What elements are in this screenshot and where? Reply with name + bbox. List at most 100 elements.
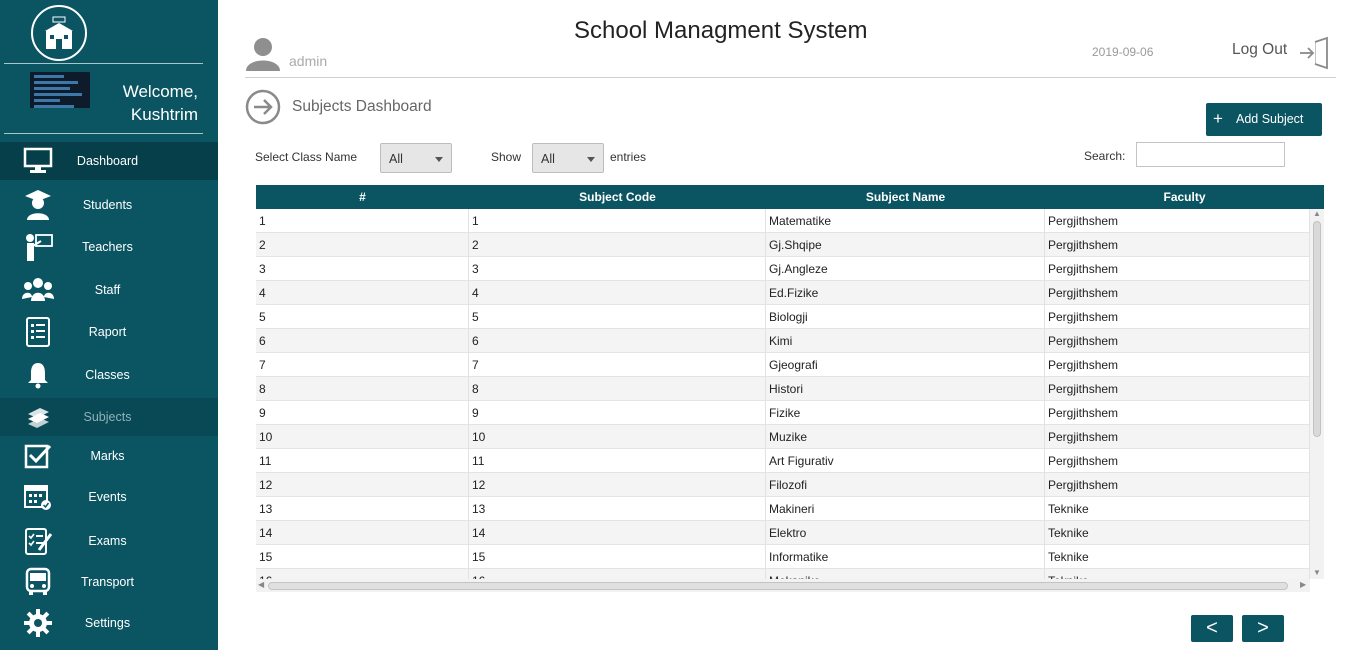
cell-number: 14 bbox=[256, 521, 469, 545]
sidebar-item-students[interactable]: Students bbox=[0, 186, 218, 224]
sidebar-item-teachers[interactable]: Teachers bbox=[0, 228, 218, 266]
horizontal-scroll-thumb[interactable] bbox=[268, 582, 1288, 590]
sidebar-item-transport[interactable]: Transport bbox=[0, 563, 218, 601]
table-row[interactable]: 12 12 Filozofi Pergjithshem bbox=[256, 473, 1310, 497]
sidebar-item-label: Students bbox=[82, 198, 133, 212]
bell-icon bbox=[22, 359, 54, 391]
sidebar-item-raport[interactable]: Raport bbox=[0, 313, 218, 351]
sidebar: Welcome, Kushtrim Dashboard Students Tea… bbox=[0, 0, 218, 650]
sidebar-item-settings[interactable]: Settings bbox=[0, 604, 218, 642]
current-date: 2019-09-06 bbox=[1092, 45, 1154, 59]
table-row[interactable]: 13 13 Makineri Teknike bbox=[256, 497, 1310, 521]
cell-number: 12 bbox=[256, 473, 469, 497]
scroll-left-icon[interactable]: ◀ bbox=[258, 580, 264, 589]
sidebar-item-marks[interactable]: Marks bbox=[0, 437, 218, 475]
welcome-message: Welcome, Kushtrim bbox=[100, 80, 198, 126]
current-username: admin bbox=[289, 53, 328, 69]
cell-subject-name: Mekanike bbox=[766, 569, 1045, 579]
checkbox-icon bbox=[22, 440, 54, 472]
exam-icon bbox=[22, 525, 54, 557]
sidebar-item-label: Subjects bbox=[83, 410, 132, 424]
class-select[interactable]: All bbox=[380, 143, 452, 173]
cell-number: 3 bbox=[256, 257, 469, 281]
cell-number: 11 bbox=[256, 449, 469, 473]
arrow-circle-icon bbox=[245, 89, 281, 130]
monitor-icon bbox=[22, 145, 54, 177]
books-icon bbox=[22, 401, 54, 433]
table-body: 1 1 Matematike Pergjithshem 2 2 Gj.Shqipe Pergj… bbox=[256, 209, 1310, 579]
next-page-button[interactable]: > bbox=[1242, 615, 1284, 642]
cell-subject-code: 1 bbox=[469, 209, 766, 233]
table-row[interactable]: 8 8 Histori Pergjithshem bbox=[256, 377, 1310, 401]
sidebar-item-exams[interactable]: Exams bbox=[0, 522, 218, 560]
header-divider bbox=[245, 77, 1336, 78]
table-row[interactable]: 7 7 Gjeografi Pergjithshem bbox=[256, 353, 1310, 377]
sidebar-item-dashboard[interactable]: Dashboard bbox=[0, 142, 218, 180]
sidebar-item-staff[interactable]: Staff bbox=[0, 271, 218, 309]
cell-subject-code: 9 bbox=[469, 401, 766, 425]
chevron-down-icon bbox=[435, 157, 443, 162]
add-subject-button[interactable]: + Add Subject bbox=[1206, 103, 1322, 136]
group-icon bbox=[22, 274, 54, 306]
table-row[interactable]: 3 3 Gj.Angleze Pergjithshem bbox=[256, 257, 1310, 281]
table-row[interactable]: 10 10 Muzike Pergjithshem bbox=[256, 425, 1310, 449]
previous-page-button[interactable]: < bbox=[1191, 615, 1233, 642]
logout-icon[interactable] bbox=[1297, 36, 1331, 75]
table-row[interactable]: 2 2 Gj.Shqipe Pergjithshem bbox=[256, 233, 1310, 257]
sidebar-item-label: Transport bbox=[80, 575, 135, 589]
teacher-icon bbox=[22, 231, 54, 263]
table-row[interactable]: 15 15 Informatike Teknike bbox=[256, 545, 1310, 569]
table-row[interactable]: 5 5 Biologji Pergjithshem bbox=[256, 305, 1310, 329]
cell-subject-code: 3 bbox=[469, 257, 766, 281]
cell-subject-code: 5 bbox=[469, 305, 766, 329]
table-row[interactable]: 4 4 Ed.Fizike Pergjithshem bbox=[256, 281, 1310, 305]
entries-select[interactable]: All bbox=[532, 143, 604, 173]
sidebar-divider bbox=[4, 63, 203, 64]
sidebar-item-label: Exams bbox=[88, 534, 127, 548]
cell-subject-name: Histori bbox=[766, 377, 1045, 401]
vertical-scrollbar[interactable]: ▲ ▼ bbox=[1310, 209, 1324, 579]
cell-number: 8 bbox=[256, 377, 469, 401]
cell-faculty: Pergjithshem bbox=[1045, 473, 1310, 497]
cell-subject-name: Elektro bbox=[766, 521, 1045, 545]
search-input[interactable] bbox=[1136, 142, 1285, 167]
graduate-icon bbox=[22, 189, 54, 221]
cell-faculty: Pergjithshem bbox=[1045, 449, 1310, 473]
table-row[interactable]: 14 14 Elektro Teknike bbox=[256, 521, 1310, 545]
sidebar-item-subjects[interactable]: Subjects bbox=[0, 398, 218, 436]
cell-faculty: Pergjithshem bbox=[1045, 281, 1310, 305]
column-header-subject-name[interactable]: Subject Name bbox=[766, 185, 1045, 209]
cell-subject-code: 2 bbox=[469, 233, 766, 257]
table-row[interactable]: 6 6 Kimi Pergjithshem bbox=[256, 329, 1310, 353]
table-row[interactable]: 1616MekanikeTeknike bbox=[256, 569, 1310, 579]
table-row[interactable]: 11 11 Art Figurativ Pergjithshem bbox=[256, 449, 1310, 473]
cell-subject-name: Muzike bbox=[766, 425, 1045, 449]
cell-subject-code: 4 bbox=[469, 281, 766, 305]
column-header-faculty[interactable]: Faculty bbox=[1045, 185, 1324, 209]
entries-label: entries bbox=[610, 150, 647, 164]
cell-faculty: Teknike bbox=[1045, 497, 1310, 521]
cell-subject-name: Fizike bbox=[766, 401, 1045, 425]
cell-subject-name: Gj.Shqipe bbox=[766, 233, 1045, 257]
horizontal-scrollbar[interactable]: ◀ ▶ bbox=[256, 579, 1310, 592]
cell-number: 15 bbox=[256, 545, 469, 569]
table-row[interactable]: 1 1 Matematike Pergjithshem bbox=[256, 209, 1310, 233]
scroll-up-icon[interactable]: ▲ bbox=[1313, 209, 1321, 218]
cell-subject-code: 14 bbox=[469, 521, 766, 545]
subjects-table: # Subject Code Subject Name Faculty 1 1 Ma… bbox=[256, 185, 1324, 592]
logout-button[interactable]: Log Out bbox=[1232, 41, 1287, 59]
sidebar-item-label: Raport bbox=[88, 325, 127, 339]
scroll-down-icon[interactable]: ▼ bbox=[1313, 568, 1321, 577]
chevron-down-icon bbox=[587, 157, 595, 162]
cell-faculty: Teknike bbox=[1045, 521, 1310, 545]
table-row[interactable]: 9 9 Fizike Pergjithshem bbox=[256, 401, 1310, 425]
sidebar-item-classes[interactable]: Classes bbox=[0, 356, 218, 394]
column-header-number[interactable]: # bbox=[256, 185, 469, 209]
cell-subject-code: 6 bbox=[469, 329, 766, 353]
column-header-subject-code[interactable]: Subject Code bbox=[469, 185, 766, 209]
cell-number: 9 bbox=[256, 401, 469, 425]
scroll-right-icon[interactable]: ▶ bbox=[1300, 580, 1306, 589]
cell-faculty: Pergjithshem bbox=[1045, 401, 1310, 425]
sidebar-item-events[interactable]: Events bbox=[0, 478, 218, 516]
vertical-scroll-thumb[interactable] bbox=[1313, 221, 1321, 437]
